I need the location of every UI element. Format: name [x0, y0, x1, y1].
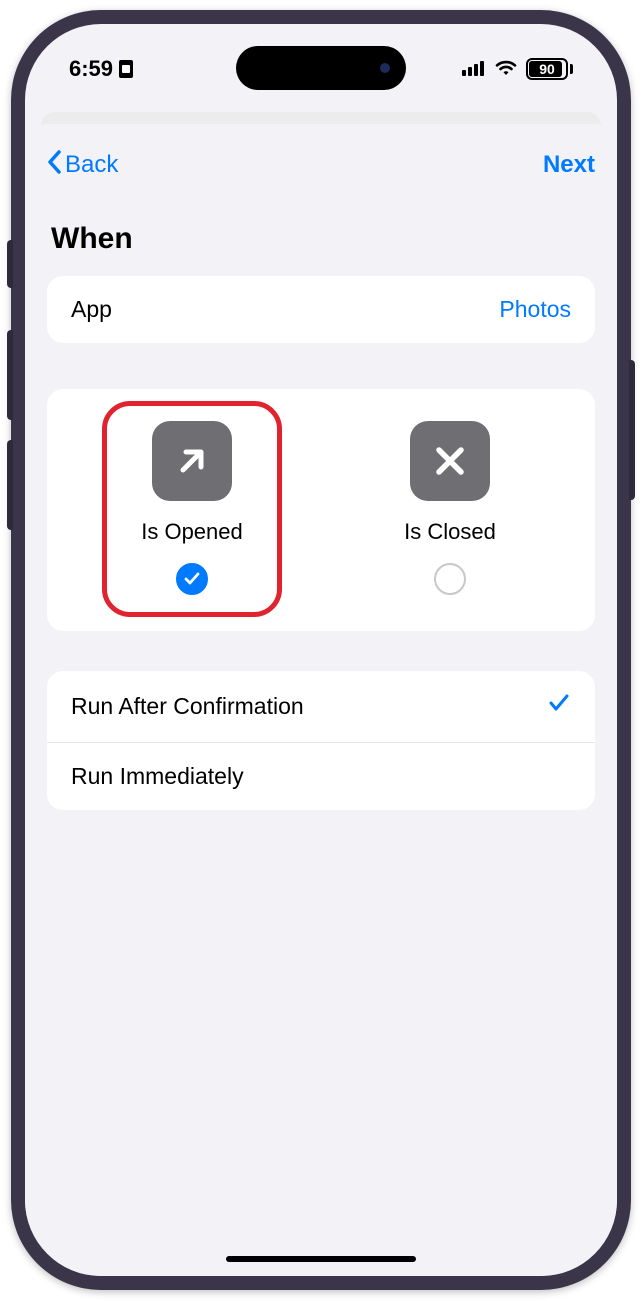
- check-icon: [547, 691, 571, 722]
- back-label: Back: [65, 151, 118, 179]
- next-button[interactable]: Next: [543, 151, 595, 179]
- chevron-left-icon: [47, 150, 63, 181]
- run-after-confirmation-label: Run After Confirmation: [71, 693, 304, 720]
- option-closed-label: Is Closed: [404, 519, 496, 545]
- status-time: 6:59: [69, 56, 113, 82]
- app-row[interactable]: App Photos: [47, 276, 595, 343]
- back-button[interactable]: Back: [47, 150, 118, 181]
- status-bar: 6:59: [25, 44, 617, 94]
- home-indicator[interactable]: [226, 1256, 416, 1262]
- run-after-confirmation-row[interactable]: Run After Confirmation: [47, 671, 595, 742]
- app-value: Photos: [499, 296, 571, 323]
- arrow-up-right-icon: [152, 421, 232, 501]
- sim-icon: [119, 60, 133, 78]
- nav-bar: Back Next: [47, 142, 595, 188]
- modal-sheet: Back Next When App Photos: [25, 124, 617, 1276]
- option-is-opened[interactable]: Is Opened: [92, 421, 292, 595]
- cellular-icon: [462, 56, 486, 82]
- page-title: When: [47, 222, 595, 256]
- app-card: App Photos: [47, 276, 595, 343]
- radio-closed[interactable]: [434, 563, 466, 595]
- trigger-options-card: Is Opened Is Closed: [47, 389, 595, 631]
- radio-opened[interactable]: [176, 563, 208, 595]
- option-opened-label: Is Opened: [141, 519, 243, 545]
- option-is-closed[interactable]: Is Closed: [350, 421, 550, 595]
- battery-icon: 90: [526, 58, 573, 80]
- wifi-icon: [494, 56, 518, 82]
- x-icon: [410, 421, 490, 501]
- app-label: App: [71, 296, 112, 323]
- run-immediately-row[interactable]: Run Immediately: [47, 742, 595, 810]
- iphone-frame: 6:59: [11, 10, 631, 1290]
- screen: 6:59: [25, 24, 617, 1276]
- run-mode-card: Run After Confirmation Run Immediately: [47, 671, 595, 810]
- run-immediately-label: Run Immediately: [71, 763, 244, 790]
